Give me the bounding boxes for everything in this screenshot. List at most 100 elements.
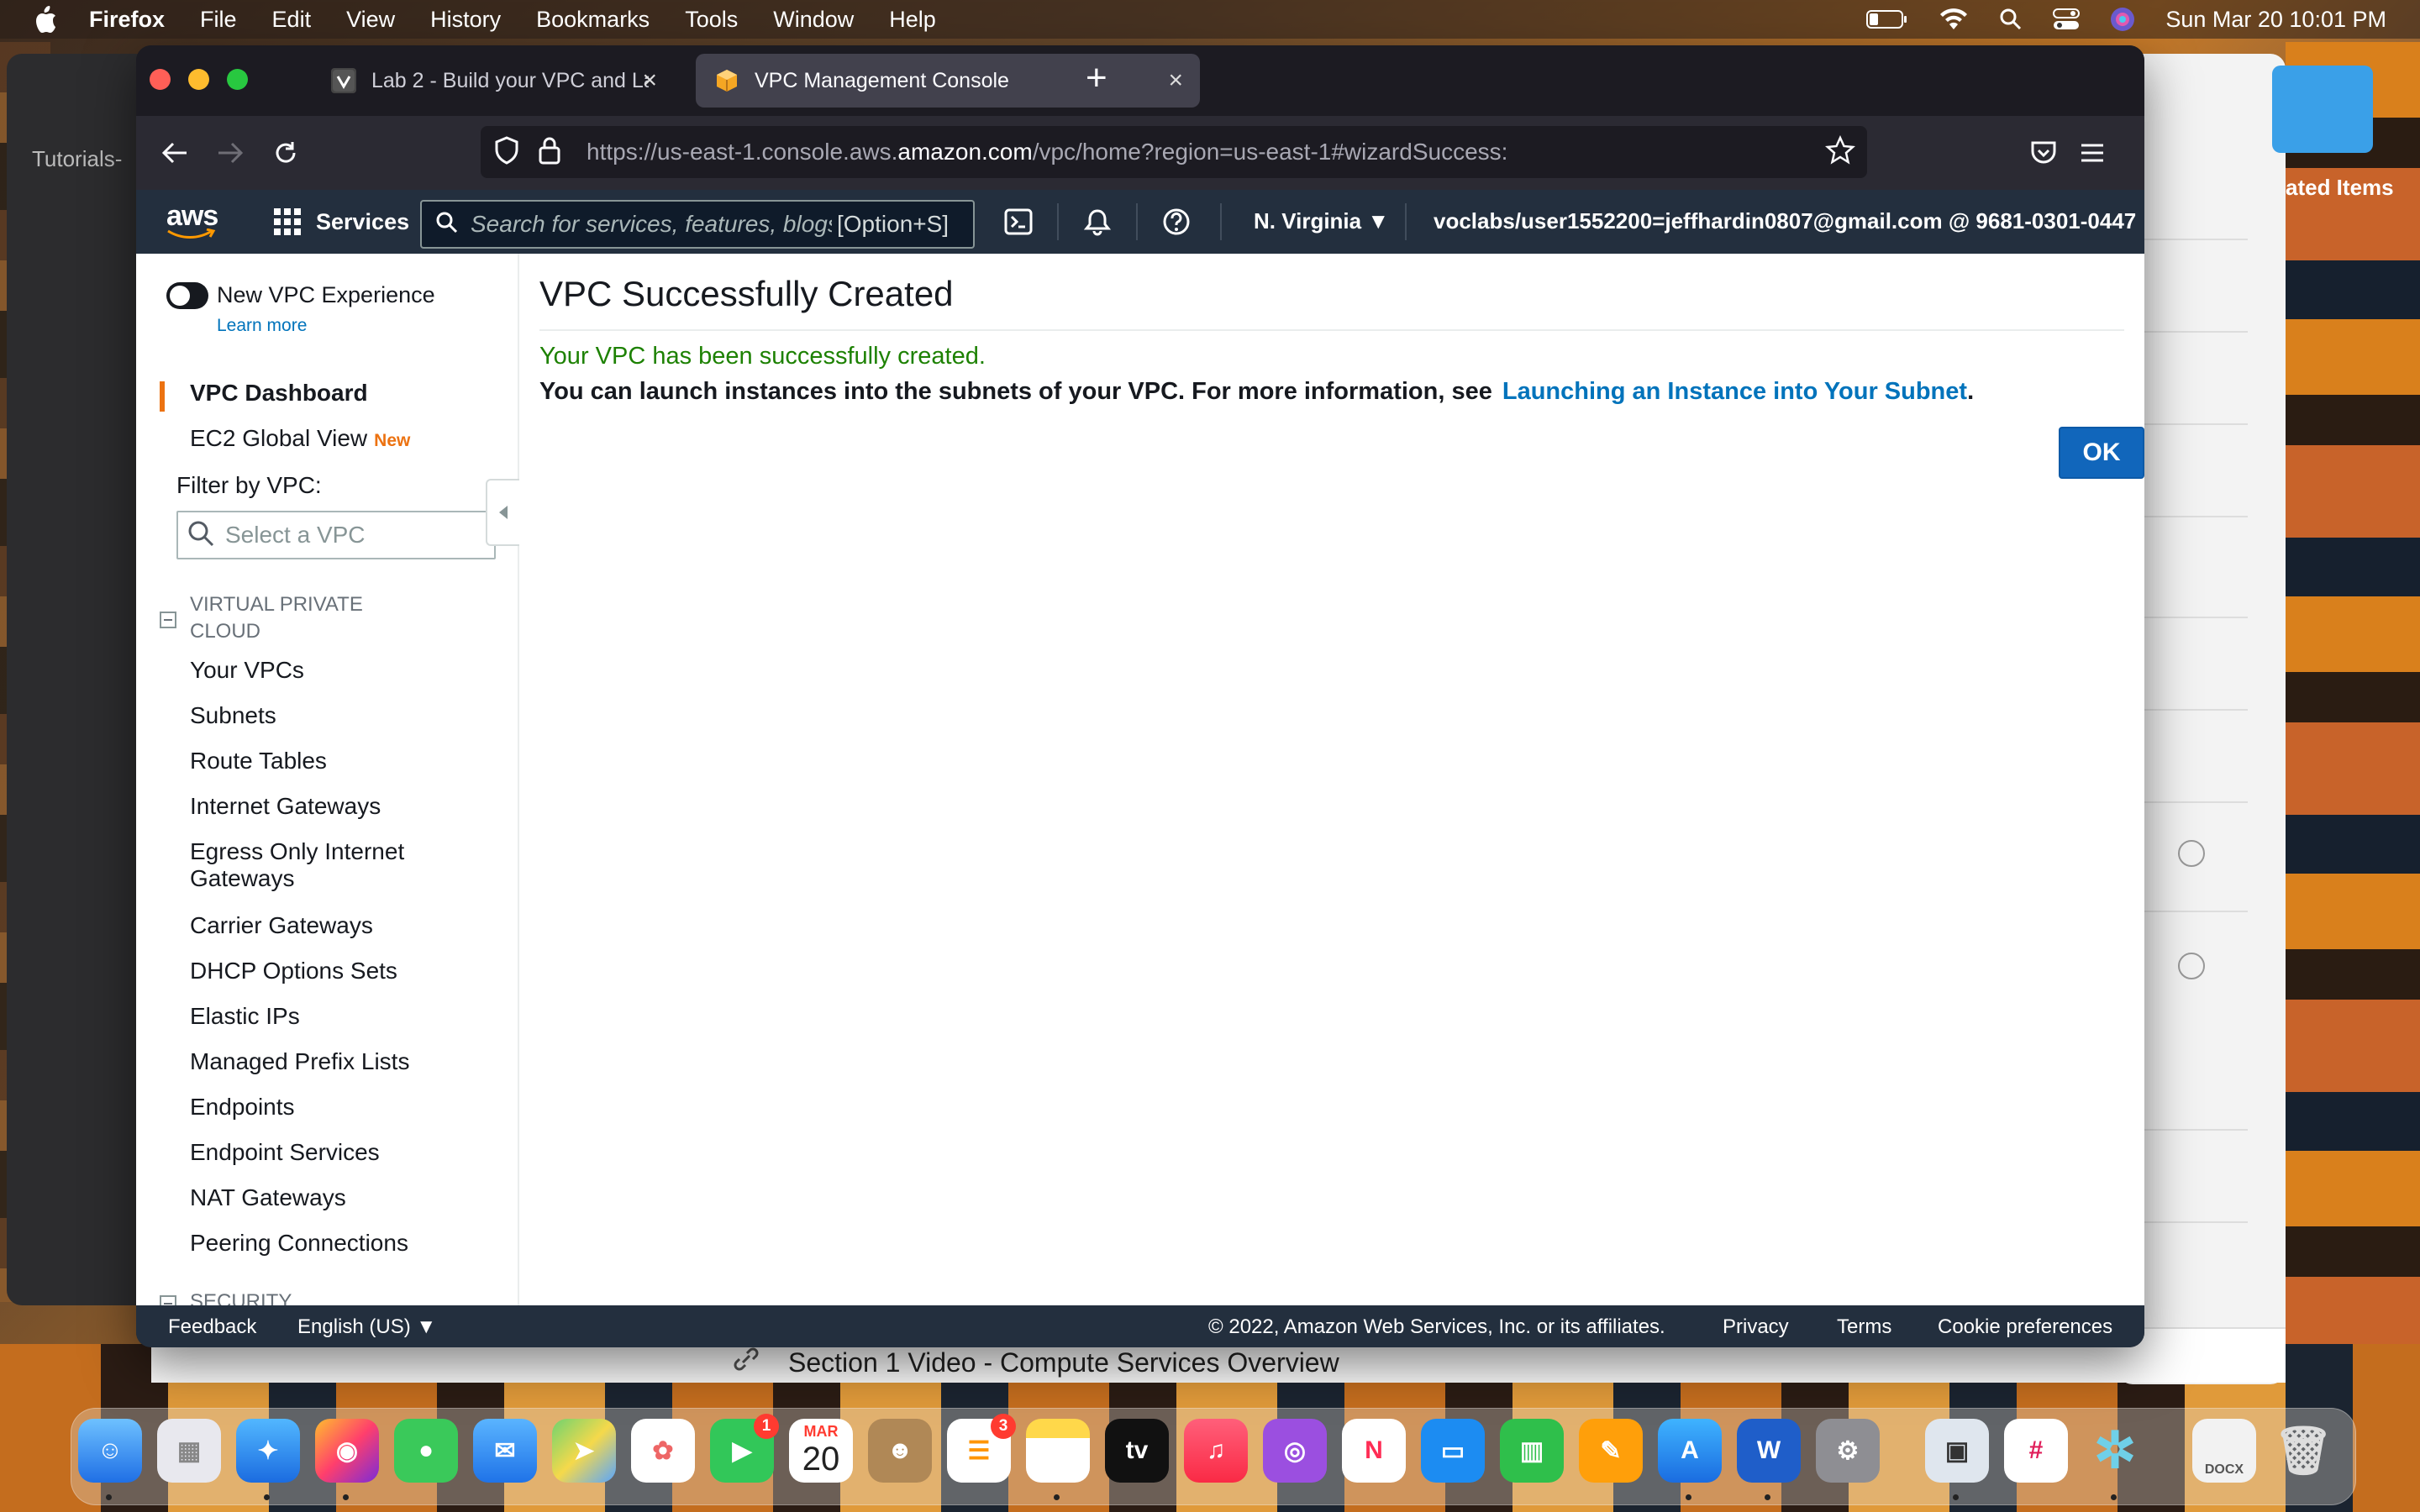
- close-tab-icon[interactable]: ×: [642, 66, 657, 95]
- back-arrow-icon[interactable]: [156, 134, 193, 171]
- menu-window[interactable]: Window: [773, 7, 854, 33]
- tab-lab2[interactable]: Lab 2 - Build your VPC and Laun ×: [313, 54, 657, 108]
- notifications-bell-icon[interactable]: [1081, 205, 1114, 239]
- services-menu-button[interactable]: Services: [274, 208, 409, 235]
- spotlight-search-icon[interactable]: [1999, 8, 2023, 31]
- sidebar-item-dhcp-options[interactable]: DHCP Options Sets: [190, 958, 397, 984]
- menu-file[interactable]: File: [200, 7, 237, 33]
- menu-edit[interactable]: Edit: [272, 7, 312, 33]
- sidebar-item-vpc-dashboard[interactable]: VPC Dashboard: [190, 380, 368, 407]
- menu-help[interactable]: Help: [889, 7, 936, 33]
- maps-icon[interactable]: ➤: [552, 1419, 616, 1483]
- messages-icon[interactable]: ●: [394, 1419, 458, 1483]
- docx-file-icon[interactable]: DOCX: [2192, 1419, 2256, 1483]
- language-selector[interactable]: English (US) ▼: [297, 1315, 436, 1339]
- contacts-icon[interactable]: ☻: [868, 1419, 932, 1483]
- podcasts-icon[interactable]: ◎: [1263, 1419, 1327, 1483]
- new-vpc-experience-toggle[interactable]: [166, 282, 208, 309]
- menu-view[interactable]: View: [346, 7, 395, 33]
- reload-icon[interactable]: [267, 134, 304, 171]
- close-window-button[interactable]: [150, 69, 171, 90]
- launchpad-icon[interactable]: ▦: [157, 1419, 221, 1483]
- collapse-section-icon[interactable]: [160, 1295, 176, 1305]
- aws-logo[interactable]: aws: [166, 200, 220, 240]
- sidebar-item-endpoints[interactable]: Endpoints: [190, 1094, 295, 1121]
- account-menu[interactable]: voclabs/user1552200=jeffhardin0807@gmail…: [1434, 208, 2144, 234]
- hamburger-menu-icon[interactable]: [2074, 134, 2111, 171]
- sidebar-item-ec2-global-view[interactable]: EC2 Global View New: [190, 425, 410, 452]
- slack-icon[interactable]: #: [2004, 1419, 2068, 1483]
- sidebar-item-managed-prefix-lists[interactable]: Managed Prefix Lists: [190, 1048, 409, 1075]
- url-text[interactable]: https://us-east-1.console.aws.amazon.com…: [587, 139, 1507, 165]
- aws-search-input[interactable]: Search for services, features, blogs [Op…: [420, 200, 975, 249]
- mail-icon[interactable]: ✉: [473, 1419, 537, 1483]
- apple-tv-icon[interactable]: tv: [1105, 1419, 1169, 1483]
- microsoft-word-icon[interactable]: W: [1737, 1419, 1801, 1483]
- music-icon[interactable]: ♫: [1184, 1419, 1248, 1483]
- region-selector[interactable]: N. Virginia ▼: [1254, 208, 1389, 234]
- notes-icon[interactable]: [1026, 1419, 1090, 1483]
- menu-bookmarks[interactable]: Bookmarks: [536, 7, 650, 33]
- cookie-preferences-link[interactable]: Cookie preferences: [1938, 1315, 2112, 1339]
- reminders-icon[interactable]: ☰ 3: [947, 1414, 1016, 1483]
- keynote-icon[interactable]: ▭: [1421, 1419, 1485, 1483]
- preview-icon[interactable]: ▣: [1925, 1419, 1989, 1483]
- sidebar-item-egress-only-gateways[interactable]: Egress Only Internet Gateways: [190, 838, 404, 892]
- menu-firefox[interactable]: Firefox: [89, 7, 165, 33]
- section-heading-vpc[interactable]: VIRTUAL PRIVATE CLOUD: [190, 591, 363, 645]
- system-preferences-icon[interactable]: ⚙: [1816, 1419, 1880, 1483]
- bookmark-star-icon[interactable]: [1824, 134, 1856, 170]
- radio-button[interactable]: [2178, 953, 2205, 979]
- menubar-clock[interactable]: Sun Mar 20 10:01 PM: [2165, 7, 2386, 33]
- lock-icon[interactable]: [538, 136, 561, 169]
- terms-link[interactable]: Terms: [1837, 1315, 1891, 1339]
- minimize-window-button[interactable]: [188, 69, 209, 90]
- sidebar-item-carrier-gateways[interactable]: Carrier Gateways: [190, 912, 373, 939]
- sidebar-item-nat-gateways[interactable]: NAT Gateways: [190, 1184, 346, 1211]
- folder-icon[interactable]: [2272, 66, 2373, 153]
- calendar-icon[interactable]: MAR 20: [789, 1419, 853, 1483]
- section-heading-security[interactable]: SECURITY: [190, 1289, 292, 1305]
- new-tab-button[interactable]: +: [1086, 57, 1107, 99]
- menu-tools[interactable]: Tools: [685, 7, 738, 33]
- pages-icon[interactable]: ✎: [1579, 1419, 1643, 1483]
- learn-more-link[interactable]: Learn more: [217, 316, 307, 336]
- shield-icon[interactable]: [494, 135, 519, 169]
- trash-icon[interactable]: 🗑: [2271, 1419, 2335, 1483]
- url-bar[interactable]: https://us-east-1.console.aws.amazon.com…: [481, 126, 1867, 178]
- ok-button[interactable]: OK: [2059, 427, 2144, 479]
- safari-icon[interactable]: ✦: [236, 1419, 300, 1483]
- privacy-link[interactable]: Privacy: [1723, 1315, 1789, 1339]
- pocket-icon[interactable]: [2025, 134, 2062, 171]
- collapse-sidebar-handle[interactable]: [486, 479, 519, 546]
- battery-icon[interactable]: [1866, 9, 1908, 29]
- radio-button[interactable]: [2178, 840, 2205, 867]
- news-icon[interactable]: N: [1342, 1419, 1406, 1483]
- section-video-title[interactable]: Section 1 Video - Compute Services Overv…: [788, 1347, 1339, 1378]
- menu-history[interactable]: History: [430, 7, 501, 33]
- firefox-dock-icon[interactable]: ◉: [315, 1419, 379, 1483]
- sidebar-item-internet-gateways[interactable]: Internet Gateways: [190, 793, 381, 820]
- help-icon[interactable]: [1160, 205, 1193, 239]
- numbers-icon[interactable]: ▥: [1500, 1419, 1564, 1483]
- forward-arrow-icon[interactable]: [212, 134, 249, 171]
- sidebar-item-endpoint-services[interactable]: Endpoint Services: [190, 1139, 380, 1166]
- sidebar-item-peering-connections[interactable]: Peering Connections: [190, 1230, 408, 1257]
- sidebar-item-route-tables[interactable]: Route Tables: [190, 748, 327, 774]
- apple-menu-icon[interactable]: [30, 4, 60, 34]
- siri-icon[interactable]: [2110, 7, 2135, 32]
- finder-icon[interactable]: ☺: [78, 1419, 142, 1483]
- collapse-section-icon[interactable]: [160, 612, 176, 628]
- close-tab-icon[interactable]: ×: [1168, 66, 1183, 95]
- snowflake-app-icon[interactable]: ✲: [2083, 1419, 2147, 1483]
- zoom-window-button[interactable]: [227, 69, 248, 90]
- photos-icon[interactable]: ✿: [631, 1419, 695, 1483]
- app-store-icon[interactable]: A: [1658, 1419, 1722, 1483]
- sidebar-item-subnets[interactable]: Subnets: [190, 702, 276, 729]
- sidebar-item-elastic-ips[interactable]: Elastic IPs: [190, 1003, 300, 1030]
- control-center-icon[interactable]: [2053, 8, 2081, 31]
- launching-instance-link[interactable]: Launching an Instance into Your Subnet: [1502, 378, 1967, 405]
- vpc-filter-select[interactable]: Select a VPC: [176, 511, 496, 559]
- tab-vpc-console[interactable]: VPC Management Console ×: [696, 54, 1200, 108]
- facetime-icon[interactable]: ▶ 1: [710, 1414, 779, 1483]
